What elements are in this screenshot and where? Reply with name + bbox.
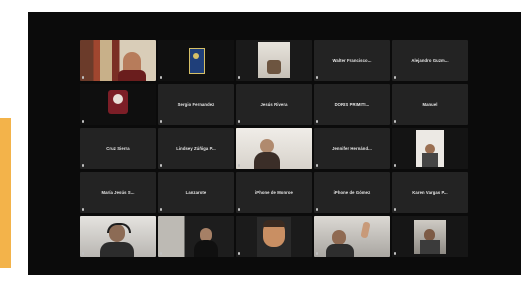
participant-tile[interactable]: Alejandro Guzm... [392,40,468,81]
video-feed [263,220,285,227]
participant-name: Manuel [422,102,438,107]
microphone-icon [316,164,318,167]
participant-name: Lindsey Zúñiga P... [176,146,216,151]
participant-tile[interactable]: Jennifer Hernánd... [314,128,390,169]
participant-tile[interactable] [392,128,468,169]
participant-tile[interactable]: DORIS PRIMITI... [314,84,390,125]
participant-tile[interactable]: Jesús Rivera [236,84,312,125]
video-feed [332,230,346,245]
microphone-icon [394,120,396,123]
participant-tile[interactable]: Sergio Fernandez [158,84,234,125]
participant-name: María Jesús S... [101,190,135,195]
participant-tile[interactable] [158,40,234,81]
microphone-icon [238,208,240,211]
participant-tile[interactable] [80,216,156,257]
participant-name: DORIS PRIMITI... [334,102,370,107]
microphone-icon [82,120,84,123]
microphone-icon [394,164,396,167]
video-feed [193,53,199,59]
participant-name: Walter Francisco... [332,58,372,63]
video-feed [254,152,280,169]
video-feed [100,242,134,257]
video-feed [422,153,438,167]
participant-name: iPhone de Monroe [255,190,293,195]
microphone-icon [316,120,318,123]
participant-tile[interactable]: Walter Francisco... [314,40,390,81]
video-feed [194,240,218,257]
video-feed [326,244,354,257]
microphone-icon [82,208,84,211]
participant-tile[interactable] [158,216,234,257]
microphone-icon [238,120,240,123]
participant-tile[interactable] [236,40,312,81]
participant-tile[interactable] [80,84,156,125]
video-feed [118,70,146,81]
microphone-icon [160,208,162,211]
participant-tile[interactable] [80,40,156,81]
participant-name: Jennifer Hernánd... [332,146,372,151]
microphone-icon [160,164,162,167]
accent-bar [0,118,11,268]
participant-name: Sergio Fernandez [177,102,215,107]
microphone-icon [394,252,396,255]
microphone-icon [238,164,240,167]
participant-name: Lanzarote [185,190,207,195]
participant-name: iPhone de Gómez [333,190,371,195]
participant-name: Jesús Rivera [260,102,288,107]
microphone-icon [160,76,162,79]
participant-tile[interactable] [314,216,390,257]
participant-name: Alejandro Guzm... [411,58,449,63]
video-feed [420,240,440,254]
participant-tile[interactable] [236,216,312,257]
participant-tile[interactable]: Karen Vargas P... [392,172,468,213]
microphone-icon [316,252,318,255]
video-feed [189,48,205,74]
video-feed [267,60,281,74]
participant-tile[interactable]: Manuel [392,84,468,125]
participant-tile[interactable]: iPhone de Monroe [236,172,312,213]
participant-name: Karen Vargas P... [412,190,448,195]
microphone-icon [238,252,240,255]
participant-gallery: Walter Francisco... Alejandro Guzm... Ser… [80,40,468,257]
video-feed [113,94,123,104]
microphone-icon [82,164,84,167]
participant-tile[interactable] [236,128,312,169]
participant-tile[interactable]: Lanzarote [158,172,234,213]
microphone-icon [316,208,318,211]
microphone-icon [238,76,240,79]
participant-name: Cruz Sierra [106,146,130,151]
participant-tile[interactable]: Lindsey Zúñiga P... [158,128,234,169]
participant-tile[interactable]: iPhone de Gómez [314,172,390,213]
video-feed [107,223,131,233]
microphone-icon [160,252,162,255]
microphone-icon [82,76,84,79]
participant-tile[interactable]: Cruz Sierra [80,128,156,169]
microphone-icon [394,76,396,79]
microphone-icon [160,120,162,123]
microphone-icon [394,208,396,211]
microphone-icon [82,252,84,255]
participant-tile[interactable] [392,216,468,257]
participant-tile[interactable]: María Jesús S... [80,172,156,213]
microphone-icon [316,76,318,79]
video-feed [260,139,274,153]
